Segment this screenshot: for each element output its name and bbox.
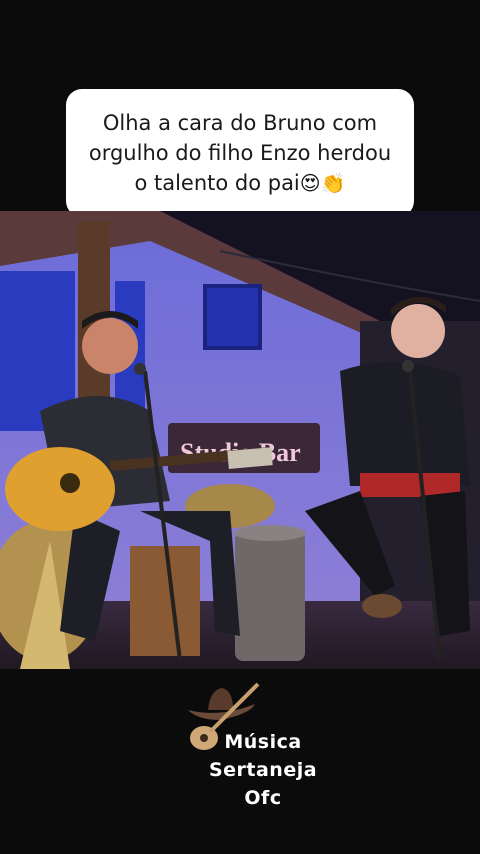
caption-bubble: Olha a cara do Bruno com orgulho do filh… <box>66 89 414 217</box>
caption-line-3: o talento do pai😍👏 <box>134 168 345 198</box>
barrel <box>235 531 305 661</box>
brand-line-3: Ofc <box>244 787 282 809</box>
caption-line-3-text: o talento do pai <box>134 171 300 195</box>
brand-name: Música Sertaneja Ofc <box>188 728 338 812</box>
caption-line-1: Olha a cara do Bruno com <box>102 111 378 135</box>
stage-scene: Studio Bar <box>0 211 480 669</box>
right-musician-shirt <box>340 362 470 486</box>
brand-line-2: Sertaneja <box>208 759 318 781</box>
emoji-heart-eyes-clap: 😍👏 <box>299 171 346 195</box>
acoustic-guitar <box>5 447 115 531</box>
caption-line-2: orgulho do filho Enzo herdou <box>88 141 392 165</box>
left-musician-head <box>82 318 138 374</box>
wooden-pole <box>78 221 110 401</box>
right-musician-head <box>391 304 445 358</box>
brand-line-1: Música <box>224 731 302 753</box>
video-frame[interactable]: Studio Bar <box>0 211 480 669</box>
window <box>203 284 262 350</box>
wooden-stool <box>130 546 200 656</box>
